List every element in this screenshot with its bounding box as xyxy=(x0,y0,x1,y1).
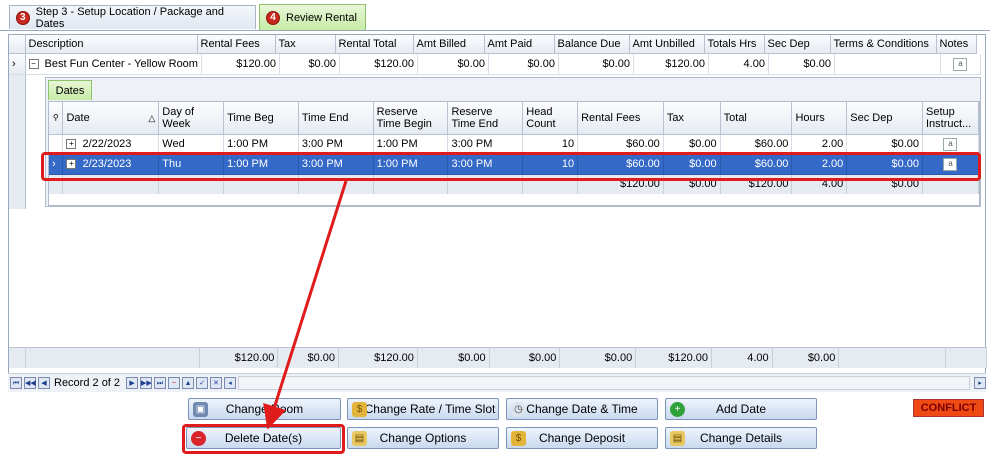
annotation-arrow xyxy=(263,180,348,430)
